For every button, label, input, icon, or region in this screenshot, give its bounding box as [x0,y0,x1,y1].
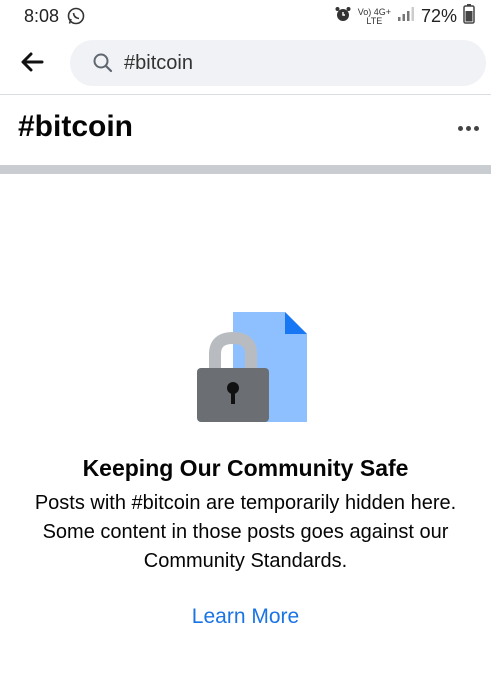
learn-more-link[interactable]: Learn More [0,605,491,629]
more-dot-icon [466,126,471,131]
search-icon [93,53,113,73]
battery-icon [463,4,475,29]
search-input[interactable]: #bitcoin [70,40,486,86]
signal-icon [397,6,415,27]
whatsapp-icon [66,6,86,31]
network-indicator: Vo) 4G+ LTE [358,7,391,26]
more-options-button[interactable] [458,118,482,136]
notice-title: Keeping Our Community Safe [82,455,409,481]
page-header: #bitcoin [0,95,491,165]
back-button[interactable] [18,48,50,80]
more-dot-icon [458,126,463,131]
locked-content-illustration [193,308,313,424]
battery-percent: 72% [420,6,457,26]
status-icons: Vo) 4G+ LTE 72% [334,4,475,29]
notice-body: Posts with #bitcoin are temporarily hidd… [34,492,457,572]
document-corner-icon [285,312,307,334]
page-title: #bitcoin [18,110,134,143]
network-type-bottom: LTE [366,15,383,26]
search-query: #bitcoin [124,51,193,74]
section-divider [0,165,491,174]
back-arrow-icon [21,52,44,72]
alarm-icon [334,5,352,28]
status-time: 8:08 [24,6,60,26]
more-dot-icon [474,126,479,131]
search-row: #bitcoin [0,36,491,92]
status-bar: 8:08 Vo) 4G+ LTE 72% [0,0,491,34]
